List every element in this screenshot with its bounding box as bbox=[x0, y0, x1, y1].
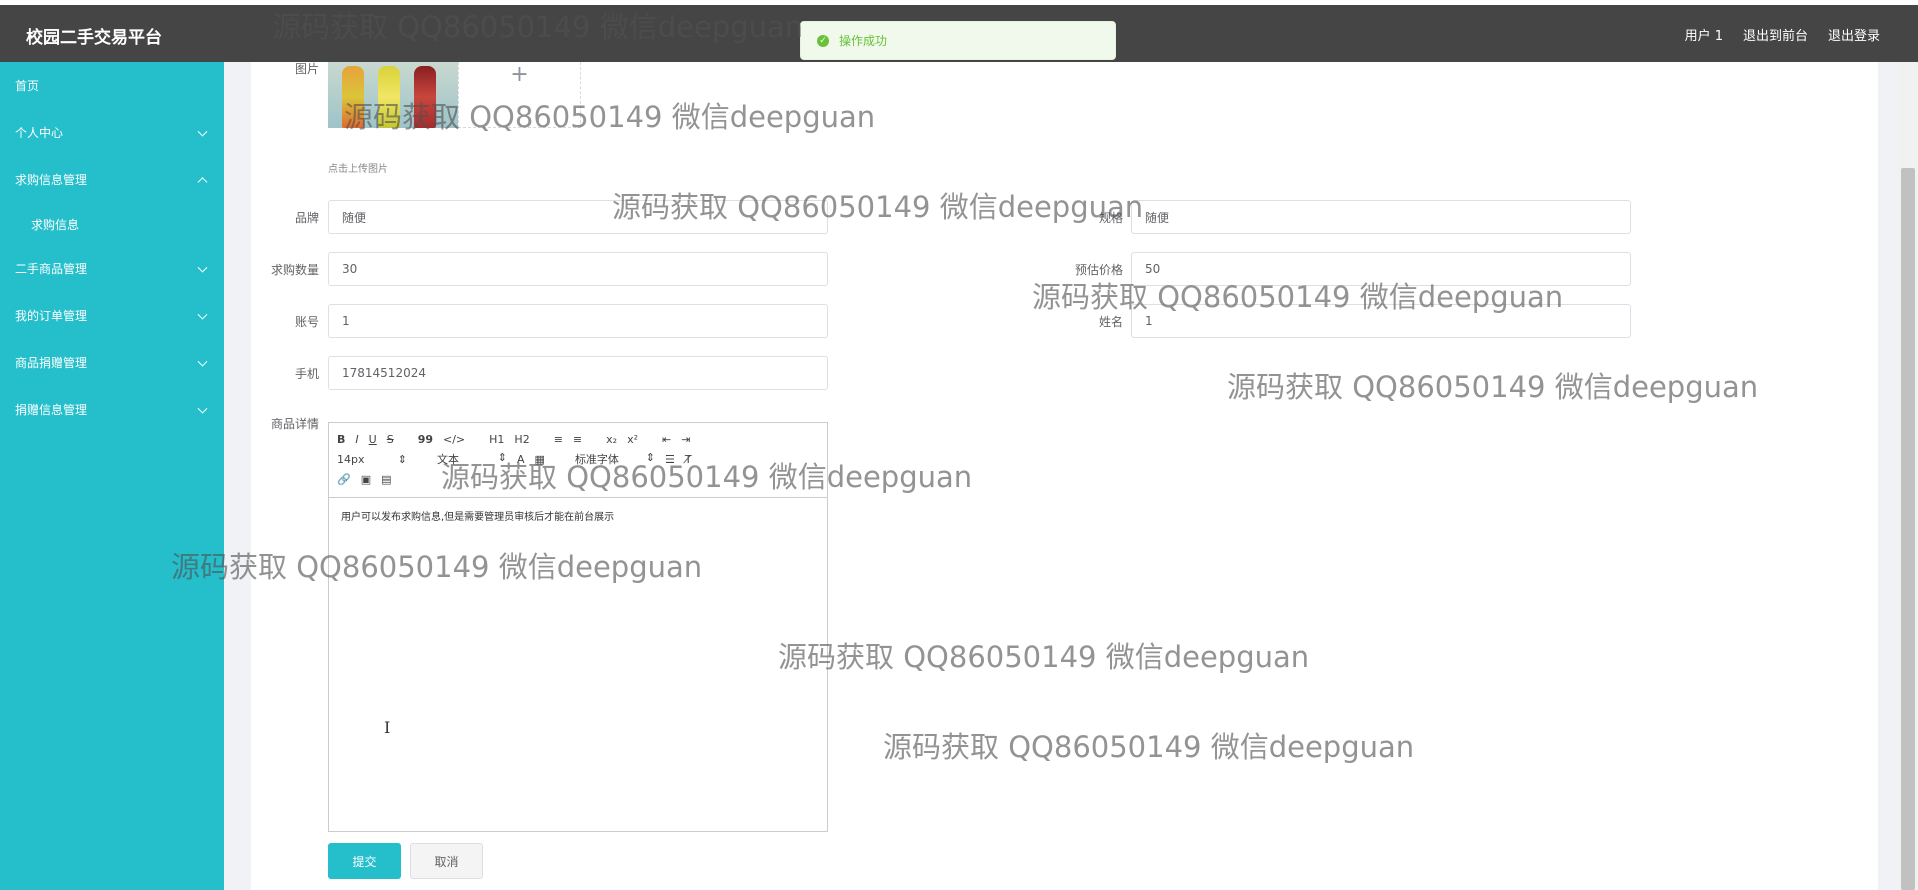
sidebar-item-label: 商品捐赠管理 bbox=[15, 356, 88, 370]
price-input[interactable]: 50 bbox=[1131, 252, 1631, 286]
chevron-down-icon bbox=[197, 403, 208, 414]
bullet-list-icon[interactable]: ≡ bbox=[573, 433, 582, 446]
editor-content[interactable]: 用户可以发布求购信息,但是需要管理员审核后才能在前台展示 bbox=[329, 498, 827, 533]
check-circle-icon: ✓ bbox=[817, 34, 829, 47]
indent-icon[interactable]: ⇥ bbox=[681, 433, 690, 446]
heading-1-icon[interactable]: H1 bbox=[489, 433, 504, 446]
account-input[interactable]: 1 bbox=[328, 304, 828, 338]
detail-label: 商品详情 bbox=[270, 417, 319, 431]
font-color-icon[interactable]: A bbox=[517, 453, 525, 466]
upload-add-button[interactable]: + bbox=[458, 62, 581, 128]
current-user-link[interactable]: 用户 1 bbox=[1685, 25, 1723, 44]
product-bottle-image bbox=[414, 66, 436, 128]
chevron-down-icon bbox=[197, 356, 208, 367]
video-icon[interactable]: ▤ bbox=[381, 473, 391, 486]
sidebar-item-label: 我的订单管理 bbox=[15, 309, 88, 323]
strikethrough-icon[interactable]: S bbox=[387, 433, 394, 446]
ordered-list-icon[interactable]: ≡ bbox=[554, 433, 563, 446]
upload-tip: 点击上传图片 bbox=[328, 164, 388, 175]
exit-to-front-link[interactable]: 退出到前台 bbox=[1743, 25, 1808, 44]
sidebar-item-goods-donation[interactable]: 商品捐赠管理 bbox=[0, 339, 224, 386]
brand-value: 随便 bbox=[342, 210, 367, 225]
chevron-up-icon bbox=[197, 176, 208, 187]
brand-label: 品牌 bbox=[294, 211, 319, 225]
price-value: 50 bbox=[1145, 262, 1161, 276]
image-icon[interactable]: ▣ bbox=[361, 473, 371, 486]
editor-toolbar: B I U S 99 </> H1 H2 ≡ ≡ x₂ x² ⇤ ⇥ 14px ⇕… bbox=[329, 423, 827, 498]
text-style-select[interactable]: 文本 ⇕ bbox=[437, 451, 507, 467]
quantity-label: 求购数量 bbox=[270, 263, 319, 277]
select-arrows-icon: ⇕ bbox=[645, 451, 655, 464]
underline-icon[interactable]: U bbox=[369, 433, 377, 446]
font-family-value: 标准字体 bbox=[574, 453, 619, 466]
sidebar-item-label: 二手商品管理 bbox=[15, 262, 88, 276]
chevron-down-icon bbox=[197, 126, 208, 137]
spec-value: 随便 bbox=[1145, 210, 1170, 225]
superscript-icon[interactable]: x² bbox=[627, 433, 638, 446]
sidebar-item-my-orders[interactable]: 我的订单管理 bbox=[0, 292, 224, 339]
sidebar-item-label: 捐赠信息管理 bbox=[15, 403, 88, 417]
font-family-select[interactable]: 标准字体 ⇕ bbox=[575, 451, 655, 467]
uploaded-image-thumbnail[interactable] bbox=[328, 62, 458, 128]
quantity-input[interactable]: 30 bbox=[328, 252, 828, 286]
account-label: 账号 bbox=[294, 315, 319, 329]
toast-message: 操作成功 bbox=[839, 34, 888, 48]
text-style-value: 文本 bbox=[437, 453, 459, 466]
sidebar-item-secondhand-goods[interactable]: 二手商品管理 bbox=[0, 245, 224, 292]
logout-link[interactable]: 退出登录 bbox=[1828, 25, 1880, 44]
name-label: 姓名 bbox=[1098, 315, 1123, 329]
phone-value: 17814512024 bbox=[342, 366, 426, 380]
clear-format-icon[interactable]: T̸ bbox=[685, 453, 692, 466]
app-title: 校园二手交易平台 bbox=[26, 28, 162, 48]
font-size-select[interactable]: 14px ⇕ bbox=[337, 453, 407, 466]
spec-input[interactable]: 随便 bbox=[1131, 200, 1631, 234]
chevron-down-icon bbox=[197, 262, 208, 273]
sidebar-item-label: 首页 bbox=[15, 79, 40, 93]
sidebar-item-purchase-management[interactable]: 求购信息管理 bbox=[0, 156, 224, 203]
align-icon[interactable]: ☰ bbox=[665, 453, 675, 466]
chevron-down-icon bbox=[197, 309, 208, 320]
success-toast: ✓ 操作成功 bbox=[800, 21, 1116, 60]
sidebar-item-profile[interactable]: 个人中心 bbox=[0, 109, 224, 156]
sidebar-item-label: 求购信息 bbox=[31, 217, 80, 232]
product-bottle-image bbox=[378, 66, 400, 128]
image-label: 图片 bbox=[294, 62, 319, 76]
blockquote-icon[interactable]: 99 bbox=[418, 433, 433, 446]
quantity-value: 30 bbox=[342, 262, 358, 276]
submit-button[interactable]: 提交 bbox=[328, 843, 401, 879]
plus-icon: + bbox=[510, 62, 529, 87]
sidebar-item-donation-info[interactable]: 捐赠信息管理 bbox=[0, 386, 224, 433]
italic-icon[interactable]: I bbox=[355, 433, 358, 446]
heading-2-icon[interactable]: H2 bbox=[514, 433, 529, 446]
link-icon[interactable]: 🔗 bbox=[337, 473, 351, 486]
page-scrollbar[interactable] bbox=[1898, 62, 1918, 890]
sidebar-item-home[interactable]: 首页 bbox=[0, 62, 224, 109]
select-arrows-icon: ⇕ bbox=[397, 452, 407, 466]
text-cursor-icon: I bbox=[384, 718, 391, 737]
product-bottle-image bbox=[342, 66, 364, 128]
sidebar-menu: 首页 个人中心 求购信息管理 求购信息 二手商品管理 我的订单管理 商品捐赠管理… bbox=[0, 62, 224, 890]
account-value: 1 bbox=[342, 314, 350, 328]
header-actions: 用户 1 退出到前台 退出登录 bbox=[1685, 25, 1880, 44]
name-input[interactable]: 1 bbox=[1131, 304, 1631, 338]
sidebar-item-label: 个人中心 bbox=[15, 126, 64, 140]
sidebar-item-label: 求购信息管理 bbox=[15, 173, 88, 187]
code-block-icon[interactable]: </> bbox=[443, 433, 465, 446]
background-color-icon[interactable]: ▦ bbox=[535, 453, 545, 466]
rich-text-editor: B I U S 99 </> H1 H2 ≡ ≡ x₂ x² ⇤ ⇥ 14px ⇕… bbox=[328, 422, 828, 832]
spec-label: 规格 bbox=[1098, 211, 1123, 225]
phone-label: 手机 bbox=[294, 367, 319, 381]
bold-icon[interactable]: B bbox=[337, 433, 345, 446]
cancel-button[interactable]: 取消 bbox=[410, 843, 483, 879]
price-label: 预估价格 bbox=[1074, 263, 1123, 277]
name-value: 1 bbox=[1145, 314, 1153, 328]
scrollbar-thumb[interactable] bbox=[1901, 168, 1915, 890]
phone-input[interactable]: 17814512024 bbox=[328, 356, 828, 390]
select-arrows-icon: ⇕ bbox=[497, 451, 507, 464]
outdent-icon[interactable]: ⇤ bbox=[662, 433, 671, 446]
brand-input[interactable]: 随便 bbox=[328, 200, 828, 234]
subscript-icon[interactable]: x₂ bbox=[606, 433, 617, 446]
font-size-value: 14px bbox=[337, 452, 365, 466]
sidebar-subitem-purchase-info[interactable]: 求购信息 bbox=[0, 203, 224, 245]
